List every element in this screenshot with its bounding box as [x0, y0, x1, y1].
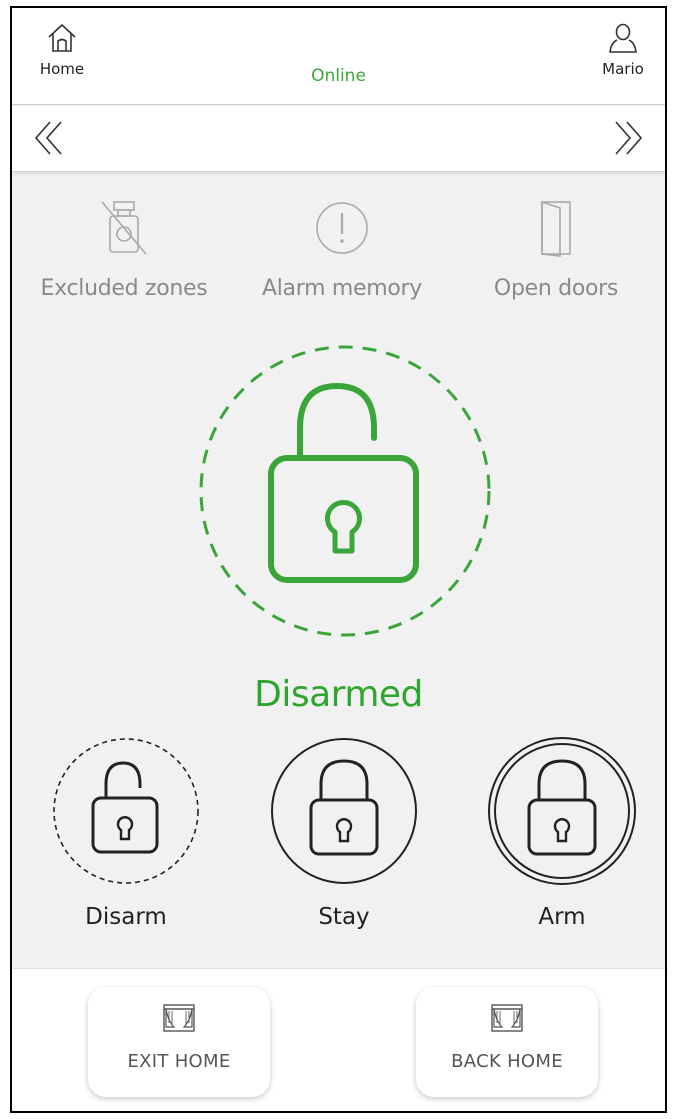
disarm-lock-icon: [53, 738, 199, 884]
page-navigation: [12, 106, 665, 172]
alarm-state-indicator: [197, 343, 493, 643]
arm-button[interactable]: Arm: [482, 736, 642, 930]
open-doors-button[interactable]: Open doors: [456, 198, 656, 301]
scenario-bar: EXIT HOME BACK HOME: [12, 968, 665, 1111]
curtains-icon: [163, 1004, 195, 1032]
disarm-button[interactable]: Disarm: [46, 736, 206, 930]
arm-lock-icon: [488, 737, 636, 885]
back-home-label: BACK HOME: [451, 1051, 563, 1072]
excluded-zones-icon: [101, 201, 147, 255]
excluded-zones-button[interactable]: Excluded zones: [24, 198, 224, 301]
user-icon: [609, 23, 637, 53]
open-padlock-icon: [199, 345, 491, 637]
stay-lock-icon: [271, 738, 417, 884]
curtains-icon: [491, 1004, 523, 1032]
stay-label: Stay: [318, 904, 370, 930]
previous-page-button[interactable]: [34, 120, 64, 160]
next-page-button[interactable]: [613, 120, 643, 160]
open-doors-label: Open doors: [493, 276, 619, 301]
stay-button[interactable]: Stay: [264, 736, 424, 930]
top-header: Home Online Mario: [12, 8, 665, 105]
double-chevron-left-icon: [34, 121, 62, 155]
user-button[interactable]: Mario: [595, 22, 651, 78]
arm-label: Arm: [538, 904, 586, 930]
home-icon: [48, 24, 76, 52]
exit-home-label: EXIT HOME: [127, 1051, 231, 1072]
connection-status: Online: [311, 66, 366, 86]
disarm-label: Disarm: [85, 904, 167, 930]
open-doors-icon: [541, 200, 571, 257]
alarm-state-label: Disarmed: [254, 674, 423, 715]
exit-home-button[interactable]: EXIT HOME: [88, 987, 270, 1097]
alarm-memory-label: Alarm memory: [261, 276, 423, 301]
alarm-memory-icon: [316, 202, 368, 254]
excluded-zones-label: Excluded zones: [40, 276, 208, 301]
double-chevron-right-icon: [615, 121, 643, 155]
user-name: Mario: [602, 60, 644, 78]
app-frame: Home Online Mario Excluded zones Alarm m…: [10, 6, 667, 1113]
back-home-button[interactable]: BACK HOME: [416, 987, 598, 1097]
alarm-memory-button[interactable]: Alarm memory: [242, 198, 442, 301]
